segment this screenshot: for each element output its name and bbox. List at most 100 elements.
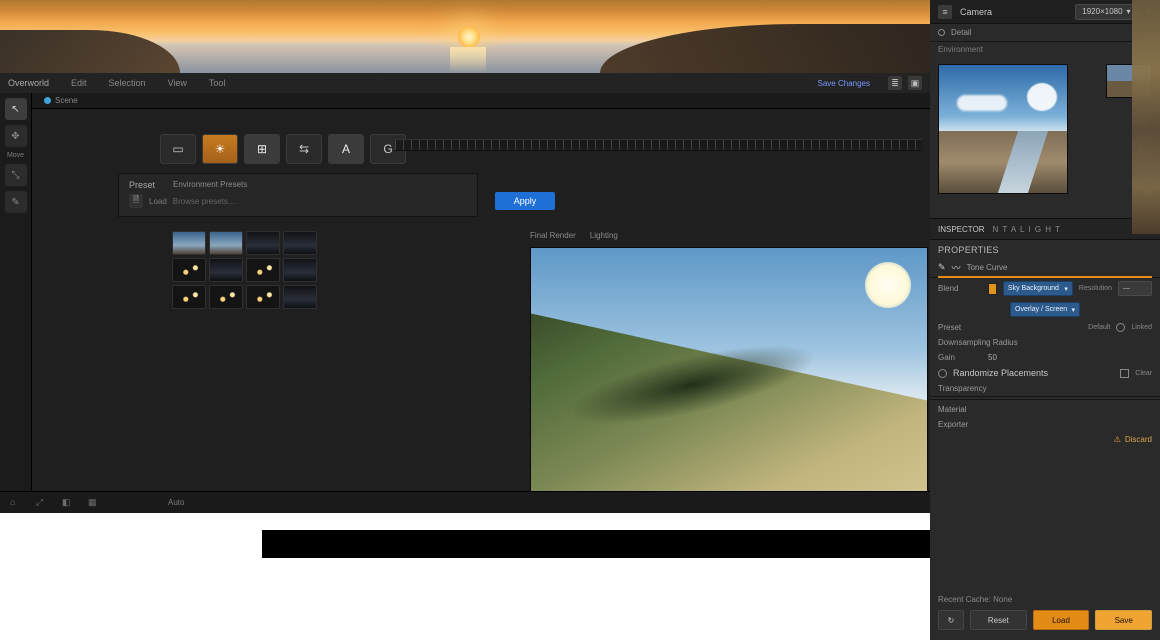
record-icon[interactable] — [938, 29, 945, 36]
discard-link[interactable]: ⚠ Discard — [930, 432, 1160, 447]
resolution-field[interactable]: — — [1118, 281, 1152, 296]
preview-tab-final[interactable]: Final Render — [530, 231, 576, 247]
preset-thumb[interactable] — [283, 285, 317, 309]
panel-menu-icon[interactable]: ≡ — [938, 5, 952, 19]
mode-text[interactable]: A — [328, 134, 364, 164]
preset-thumb[interactable] — [246, 258, 280, 282]
grid-icon[interactable]: ▦ — [88, 497, 100, 509]
mode-sun[interactable]: ☀ — [202, 134, 238, 164]
exporter-link[interactable]: Exporter — [930, 417, 1160, 432]
app-title: Overworld — [8, 78, 49, 88]
mode-select[interactable]: Overlay / Screen▾ — [1010, 302, 1080, 317]
layers-icon[interactable]: ≣ — [888, 76, 902, 90]
randomize-radio[interactable] — [938, 369, 947, 378]
preset-subheading: Environment Presets — [173, 180, 247, 190]
preset-thumb[interactable] — [209, 258, 243, 282]
mode-toolbar: ▭ ☀ ⊞ ⇆ A G — [160, 129, 406, 169]
preset-label: Preset — [938, 323, 982, 332]
menubar: Overworld Edit Selection View Tool Save … — [0, 73, 930, 93]
export-icon[interactable]: ▣ — [908, 76, 922, 90]
resolution-mini-label: Resolution — [1079, 285, 1112, 292]
tab-indicator-icon — [44, 97, 51, 104]
inspector-tabs: INSPECTOR N T A L I G H T — [930, 218, 1160, 240]
home-icon[interactable]: ⌂ — [10, 497, 22, 509]
clear-check[interactable] — [1120, 369, 1129, 378]
tool-brush[interactable]: ✎ — [5, 191, 27, 213]
transparency-label: Transparency — [938, 384, 1028, 393]
tab-inspector[interactable]: INSPECTOR — [938, 225, 985, 234]
preset-heading: Preset — [129, 180, 155, 190]
blend-label: Blend — [938, 284, 982, 293]
preset-load-label: Load — [149, 197, 167, 206]
material-link[interactable]: Material — [930, 402, 1160, 417]
viewport-preview[interactable] — [530, 247, 928, 502]
preview-tab-lighting[interactable]: Lighting — [590, 231, 618, 247]
preset-thumb[interactable] — [209, 231, 243, 255]
mode-gallery[interactable]: ⊞ — [244, 134, 280, 164]
preset-hint: Browse presets… — [173, 197, 236, 206]
preset-panel: Preset Environment Presets 🗎 Load Browse… — [118, 173, 478, 217]
document-tabs: Scene — [32, 93, 930, 109]
load-button[interactable]: Load — [1033, 610, 1090, 630]
inspector-footer: Recent Cache: None ↻ Reset Load Save — [930, 589, 1160, 640]
blend-select[interactable]: Sky Background▾ — [1003, 281, 1073, 296]
tab-scene[interactable]: Scene — [55, 96, 78, 105]
banner-image — [0, 0, 930, 73]
tool-move[interactable]: ✥ — [5, 125, 27, 147]
tool-scale[interactable]: ⤡ — [5, 164, 27, 186]
cache-note: Recent Cache: None — [938, 595, 1152, 604]
inspector-subbar: Detail — [930, 24, 1160, 42]
footer-label: Auto — [168, 498, 184, 507]
mode-link[interactable]: ⇆ — [286, 134, 322, 164]
preset-thumb[interactable] — [172, 285, 206, 309]
ruler — [395, 139, 922, 151]
tool-move-label: Move — [0, 152, 31, 159]
menu-tool[interactable]: Tool — [209, 78, 226, 88]
chevron-down-icon: ▾ — [1064, 285, 1068, 293]
preset-thumb[interactable] — [283, 231, 317, 255]
camera-label: Camera — [960, 7, 992, 17]
inspector-panel: ≡ Camera 1920×1080▾ × Detail Environment… — [930, 0, 1160, 640]
file-icon: 🗎 — [129, 194, 143, 208]
split-icon[interactable]: ◧ — [62, 497, 74, 509]
warning-icon: ⚠ — [1114, 435, 1121, 444]
environment-preview[interactable] — [938, 64, 1068, 194]
chevron-down-icon: ▾ — [1071, 306, 1075, 314]
refresh-button[interactable]: ↻ — [938, 610, 964, 630]
preset-radio[interactable] — [1116, 323, 1125, 332]
resolution-dropdown[interactable]: 1920×1080▾ — [1075, 4, 1137, 20]
preset-thumbnails — [172, 231, 322, 309]
reset-button[interactable]: Reset — [970, 610, 1027, 630]
editor-footer: ⌂ ⤢ ◧ ▦ Auto — [0, 491, 930, 513]
preset-thumb[interactable] — [246, 231, 280, 255]
tool-cursor[interactable]: ↖ — [5, 98, 27, 120]
properties-title: PROPERTIES — [930, 240, 1160, 258]
texture-strip — [1132, 0, 1160, 234]
gain-value[interactable]: 50 — [988, 353, 997, 362]
preset-thumb[interactable] — [172, 231, 206, 255]
expand-icon[interactable]: ⤢ — [36, 497, 48, 509]
preset-thumb[interactable] — [246, 285, 280, 309]
editor-window: Overworld Edit Selection View Tool Save … — [0, 73, 930, 513]
preset-value: Default — [1088, 324, 1110, 331]
blend-color-swatch[interactable] — [988, 283, 997, 295]
detail-label: Detail — [951, 28, 971, 37]
preset-thumb[interactable] — [209, 285, 243, 309]
curve-icon: 〰 — [952, 261, 961, 274]
menu-edit[interactable]: Edit — [71, 78, 87, 88]
timeline-bar[interactable] — [262, 530, 930, 558]
tone-curve-row[interactable]: ✎ 〰 Tone Curve — [930, 258, 1160, 277]
tab-light[interactable]: N T A L I G H T — [993, 225, 1062, 234]
preset-thumb[interactable] — [172, 258, 206, 282]
menu-view[interactable]: View — [168, 78, 187, 88]
apply-button[interactable]: Apply — [495, 192, 555, 210]
menu-selection[interactable]: Selection — [109, 78, 146, 88]
preview-tabs: Final Render Lighting — [530, 231, 618, 247]
env-label: Environment — [930, 42, 1160, 58]
downscale-label: Downsampling Radius — [938, 338, 1048, 347]
preset-thumb[interactable] — [283, 258, 317, 282]
mode-rect[interactable]: ▭ — [160, 134, 196, 164]
save-button[interactable]: Save — [1095, 610, 1152, 630]
gain-label: Gain — [938, 353, 982, 362]
save-status[interactable]: Save Changes — [818, 79, 870, 88]
